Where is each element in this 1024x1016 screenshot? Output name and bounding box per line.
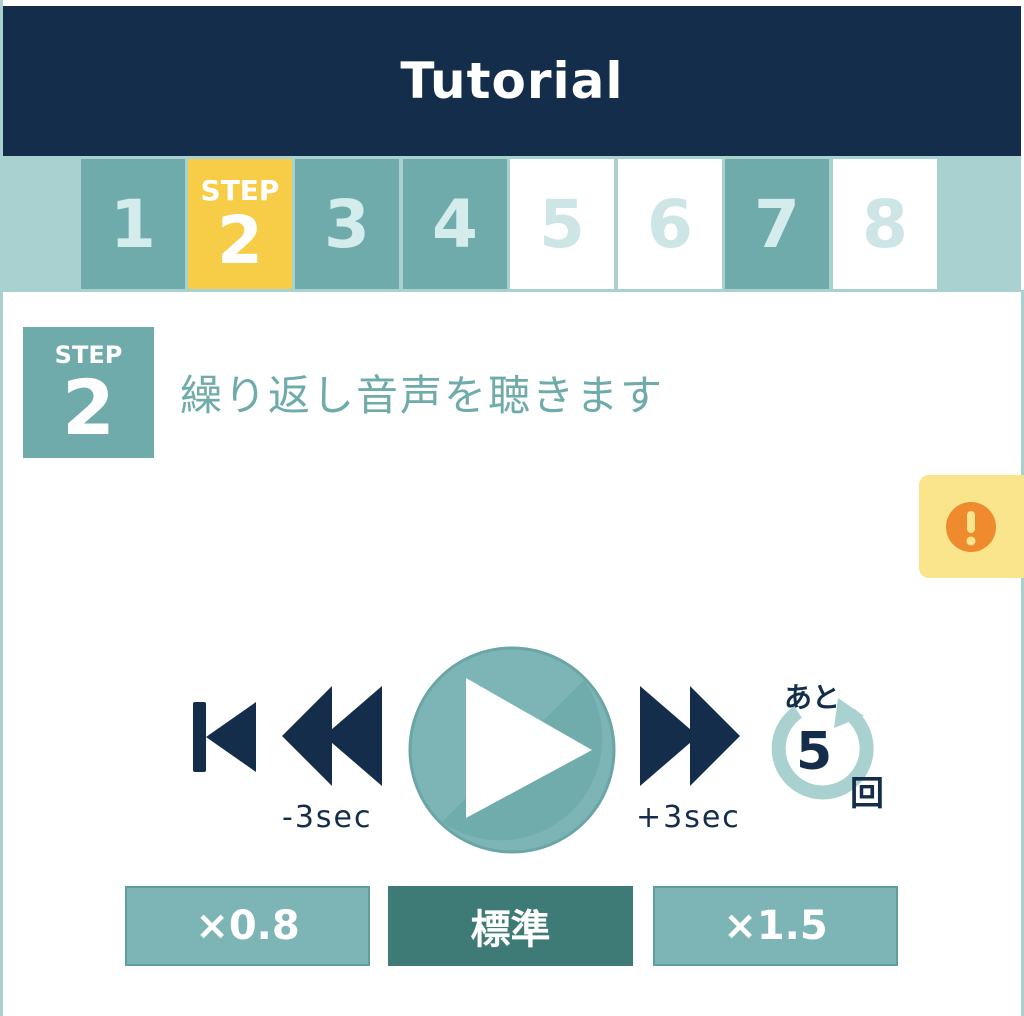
exclamation-circle-icon: [946, 501, 996, 552]
speed-0-8-label: ×0.8: [195, 903, 300, 949]
step-7[interactable]: 7: [725, 159, 829, 289]
speed-1-5-button[interactable]: ×1.5: [653, 886, 898, 966]
step-7-label: 7: [754, 185, 800, 263]
step-instruction: 繰り返し音声を聴きます: [180, 371, 665, 420]
step-8[interactable]: 8: [833, 159, 937, 289]
remaining-unit: 回: [850, 774, 884, 814]
page-title: Tutorial: [400, 52, 624, 110]
step-4[interactable]: 4: [403, 159, 507, 289]
speed-normal-button[interactable]: 標準: [388, 886, 633, 966]
current-step-badge: STEP 2: [23, 327, 154, 458]
speed-0-8-button[interactable]: ×0.8: [125, 886, 370, 966]
step-6[interactable]: 6: [618, 159, 722, 289]
step-5[interactable]: 5: [510, 159, 614, 289]
forward-label: +3sec: [636, 800, 741, 835]
skip-to-start-icon[interactable]: [192, 700, 260, 774]
header-bar: Tutorial: [3, 6, 1021, 156]
step-3-label: 3: [324, 185, 370, 263]
step-1[interactable]: 1: [81, 159, 185, 289]
alert-tab[interactable]: [919, 475, 1024, 578]
step-progress-bar: 1 STEP 2 3 4 5 6 7 8: [3, 156, 1021, 292]
remaining-prefix: あと: [784, 681, 841, 714]
tutorial-screen: Tutorial 1 STEP 2 3 4 5 6 7 8 STEP 2 繰り返…: [0, 0, 1024, 1016]
step-6-label: 6: [647, 185, 693, 263]
step-1-label: 1: [110, 185, 156, 263]
step-4-label: 4: [432, 185, 478, 263]
step-badge-number: 2: [62, 362, 115, 452]
rewind-icon[interactable]: [280, 684, 384, 788]
rewind-label: -3sec: [282, 800, 373, 835]
speed-normal-label: 標準: [470, 907, 551, 953]
fast-forward-icon[interactable]: [638, 684, 742, 788]
play-button[interactable]: [408, 646, 616, 854]
step-2-current[interactable]: STEP 2: [188, 159, 292, 289]
step-5-label: 5: [539, 185, 585, 263]
remaining-count: 5: [796, 722, 833, 782]
speed-1-5-label: ×1.5: [723, 903, 828, 949]
step-3[interactable]: 3: [295, 159, 399, 289]
step-2-label: 2: [217, 202, 263, 279]
step-8-label: 8: [862, 185, 908, 263]
